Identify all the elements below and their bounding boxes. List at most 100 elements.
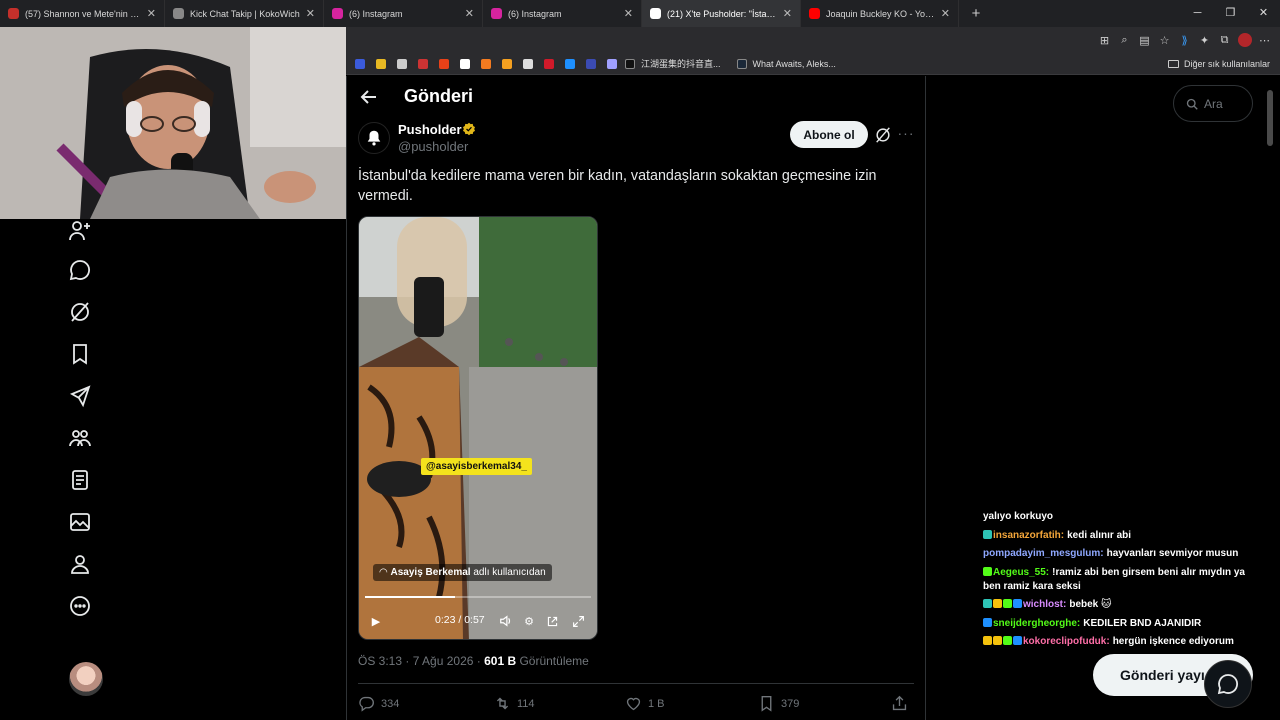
close-window-button[interactable]: ✕ — [1247, 0, 1280, 27]
like-button[interactable]: 1 B — [625, 695, 665, 712]
play-icon[interactable]: ▶ — [369, 613, 383, 629]
compose-message-button[interactable] — [1204, 660, 1252, 708]
bookmark-favicon-icon[interactable] — [376, 58, 386, 69]
video-credit[interactable]: ◠ Asayiş Berkemal adlı kullanıcıdan — [373, 564, 552, 581]
other-bookmarks-folder[interactable]: Diğer sık kullanılanlar — [1167, 53, 1270, 75]
tab-close-icon[interactable]: ✕ — [306, 7, 315, 20]
copilot-icon[interactable]: ⟫ — [1175, 31, 1194, 50]
profile-icon[interactable] — [1235, 31, 1254, 50]
browser-tab[interactable]: (21) X'te Pusholder: "İstanbul'da ke ✕ — [642, 0, 801, 27]
bookmark-favicon-icon[interactable] — [460, 58, 470, 69]
new-tab-button[interactable]: + — [965, 5, 987, 22]
zoom-icon[interactable]: ⌕ — [1115, 31, 1134, 50]
left-navigation — [0, 219, 346, 720]
author-avatar[interactable] — [358, 122, 390, 154]
chat-text: kedi alınır abi — [1067, 529, 1132, 541]
chat-username[interactable]: sneijdergheorghe: — [993, 618, 1080, 629]
menu-icon[interactable]: ⋯ — [1255, 31, 1274, 50]
bookmark-favicon-icon[interactable] — [397, 58, 407, 69]
bookmark-link[interactable]: 江湖蛋集的抖音直... — [623, 57, 721, 70]
more-options-icon[interactable]: ··· — [897, 126, 915, 144]
chat-badge-icon — [993, 636, 1002, 645]
share-button[interactable] — [891, 695, 914, 712]
bookmark-button[interactable]: 379 — [758, 695, 799, 712]
video-player[interactable]: @asayisberkemal34_ ◠ Asayiş Berkemal adl… — [358, 216, 598, 640]
browser-tab[interactable]: (6) Instagram ✕ — [483, 0, 642, 27]
repost-icon — [496, 697, 509, 710]
bookmark-favicon-icon — [736, 58, 747, 69]
grok-icon[interactable] — [874, 126, 892, 144]
search-input[interactable]: Ara — [1173, 85, 1253, 122]
tab-close-icon[interactable]: ✕ — [783, 7, 792, 20]
account-avatar[interactable] — [69, 662, 103, 696]
verified-badge-icon — [462, 122, 476, 136]
repost-button[interactable]: 114 — [494, 695, 535, 712]
chat-message: insanazorfatih: kedi alınır abi — [983, 529, 1263, 543]
bookmark-favicon-icon[interactable] — [523, 58, 533, 69]
chat-username[interactable]: insanazorfatih: — [993, 530, 1064, 541]
chat-username[interactable]: kokoreclipofuduk: — [1023, 636, 1110, 647]
share-icon — [892, 695, 907, 711]
browser-tab[interactable]: Joaquin Buckley KO - YouTube ✕ — [801, 0, 959, 27]
search-icon — [1186, 98, 1198, 110]
more-nav-icon[interactable] — [68, 594, 92, 618]
bookmark-favicon-icon[interactable] — [355, 58, 365, 69]
bookmark-favicon-icon[interactable] — [439, 58, 449, 69]
bookmark-favicon-icon[interactable] — [607, 58, 617, 69]
post-meta: ÖS 3:13 · 7 Ağu 2026 · 601 B Görüntüleme — [358, 654, 589, 668]
browser-tab[interactable]: Kick Chat Takip | KokoWich ✕ — [165, 0, 324, 27]
bookmark-favicon-icon[interactable] — [418, 58, 428, 69]
video-time: 0:23 / 0:57 — [435, 614, 485, 626]
chat-message: kokoreclipofuduk: hergün işkence ediyorum — [983, 635, 1263, 649]
reply-button[interactable]: 334 — [358, 695, 399, 712]
back-arrow-icon[interactable] — [359, 87, 379, 107]
tab-close-icon[interactable]: ✕ — [147, 7, 156, 20]
author-handle[interactable]: @pusholder — [398, 139, 468, 154]
chat-username[interactable]: wichlost: — [1023, 599, 1066, 610]
tab-close-icon[interactable]: ✕ — [465, 7, 474, 20]
bookmark-favicon-icon[interactable] — [481, 58, 491, 69]
communities-icon[interactable] — [68, 426, 92, 450]
apps-icon[interactable]: ⊞ — [1095, 31, 1114, 50]
chat-username[interactable]: pompadayim_mesgulum: — [983, 548, 1104, 559]
maximize-button[interactable]: ❐ — [1214, 0, 1247, 27]
video-progress-track[interactable] — [365, 596, 591, 598]
volume-icon[interactable] — [498, 613, 514, 629]
author-name[interactable]: Pusholder — [398, 122, 462, 137]
follow-icon[interactable] — [68, 219, 92, 243]
settings-icon[interactable]: ⚙ — [521, 613, 537, 629]
popout-icon[interactable] — [544, 613, 560, 629]
scrollbar[interactable] — [1267, 76, 1273, 720]
browser-tab[interactable]: (57) Shannon ve Mete'nin Karavan ✕ — [0, 0, 165, 27]
jobs-icon[interactable] — [68, 384, 92, 408]
grok-nav-icon[interactable] — [68, 300, 92, 324]
tab-close-icon[interactable]: ✕ — [941, 7, 950, 20]
lists-icon[interactable] — [68, 468, 92, 492]
chat-text: hayvanları sevmiyor musun — [1106, 548, 1239, 559]
bookmarks-icon[interactable] — [68, 342, 92, 366]
reader-icon[interactable]: ▤ — [1135, 31, 1154, 50]
fullscreen-icon[interactable] — [570, 613, 586, 629]
collections-icon[interactable]: ⧉ — [1215, 31, 1234, 50]
bookmark-favicon-icon[interactable] — [544, 58, 554, 69]
post-timestamp[interactable]: ÖS 3:13 · 7 Ağu 2026 · — [358, 654, 484, 668]
messages-icon[interactable] — [68, 258, 92, 282]
chat-badge-icon — [983, 636, 992, 645]
extensions-icon[interactable]: ✦ — [1195, 31, 1214, 50]
favorite-icon[interactable]: ☆ — [1155, 31, 1174, 50]
bookmark-favicon-icon[interactable] — [586, 58, 596, 69]
credit-icon: ◠ — [379, 567, 391, 578]
chat-badge-icon — [983, 529, 992, 539]
scrollbar-thumb[interactable] — [1267, 90, 1273, 146]
premium-icon[interactable] — [68, 510, 92, 534]
profile-nav-icon[interactable] — [68, 552, 92, 576]
chat-badge-icon — [1003, 599, 1012, 608]
bookmark-link[interactable]: What Awaits, Aleks... — [735, 58, 836, 69]
bookmark-favicon-icon[interactable] — [565, 58, 575, 69]
bookmark-favicon-icon[interactable] — [502, 58, 512, 69]
subscribe-button[interactable]: Abone ol — [790, 121, 868, 148]
browser-tab[interactable]: (6) Instagram ✕ — [324, 0, 483, 27]
chat-username[interactable]: Aegeus_55: — [993, 567, 1049, 578]
minimize-button[interactable]: ─ — [1181, 0, 1214, 27]
tab-close-icon[interactable]: ✕ — [624, 7, 633, 20]
